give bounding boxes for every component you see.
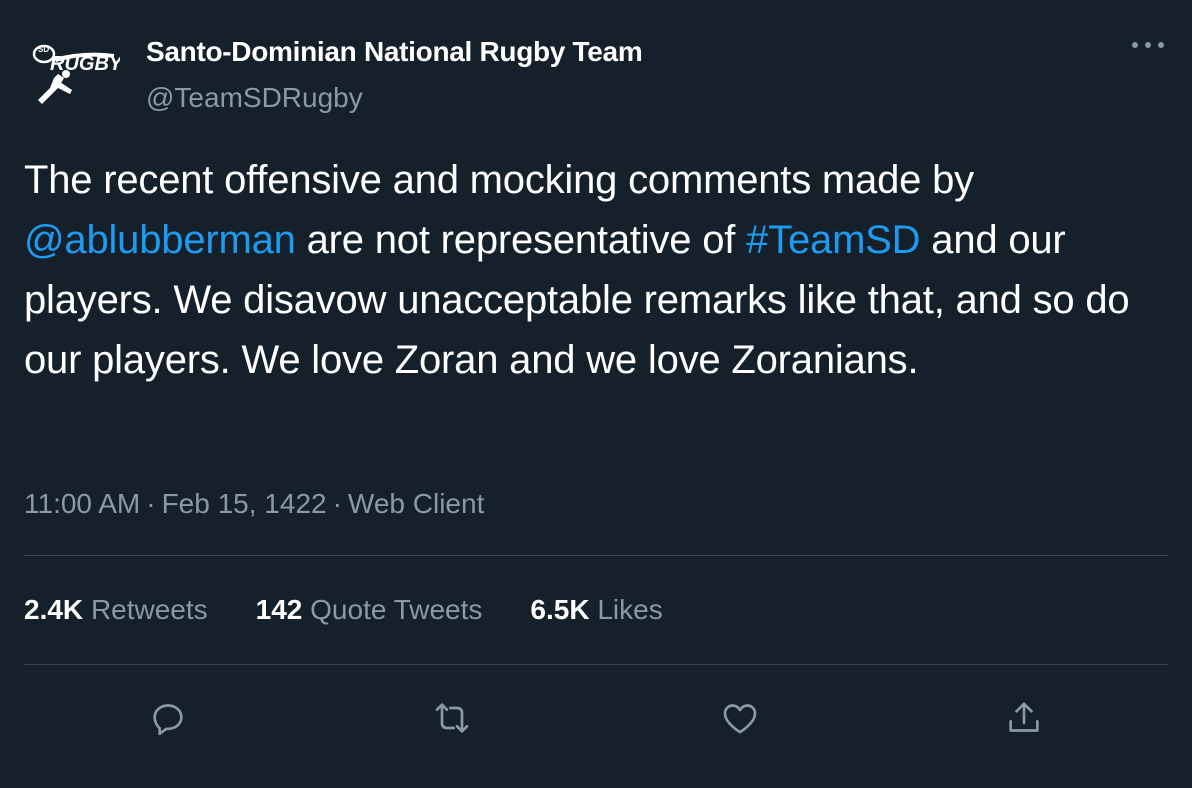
- action-bar: [0, 686, 1192, 746]
- tweet-stats: 2.4K Retweets 142 Quote Tweets 6.5K Like…: [24, 594, 663, 626]
- quotes-label: Quote Tweets: [310, 594, 483, 625]
- share-icon[interactable]: [1000, 694, 1048, 742]
- tweet-date[interactable]: Feb 15, 1422: [162, 488, 327, 519]
- retweet-icon[interactable]: [428, 694, 476, 742]
- quotes-stat[interactable]: 142 Quote Tweets: [256, 594, 483, 626]
- avatar[interactable]: SD RUGBY: [24, 32, 124, 112]
- handle[interactable]: @TeamSDRugby: [146, 82, 363, 114]
- display-name[interactable]: Santo-Dominian National Rugby Team: [146, 36, 643, 68]
- like-icon[interactable]: [716, 694, 764, 742]
- tweet-source[interactable]: Web Client: [348, 488, 484, 519]
- tweet-text: The recent offensive and mocking comment…: [24, 150, 1174, 390]
- likes-count: 6.5K: [530, 594, 590, 625]
- reply-icon[interactable]: [144, 694, 192, 742]
- avatar-sd-text: SD: [38, 45, 49, 54]
- hashtag-link[interactable]: #TeamSD: [746, 218, 920, 262]
- meta-separator: ·: [146, 488, 156, 519]
- divider: [24, 555, 1168, 556]
- tweet-time[interactable]: 11:00 AM: [24, 488, 140, 519]
- retweets-count: 2.4K: [24, 594, 84, 625]
- retweets-stat[interactable]: 2.4K Retweets: [24, 594, 208, 626]
- meta-separator: ·: [332, 488, 342, 519]
- tweet-text-part: are not representative of: [295, 218, 747, 262]
- quotes-count: 142: [255, 594, 303, 625]
- likes-stat[interactable]: 6.5K Likes: [530, 594, 662, 626]
- more-icon[interactable]: [1128, 28, 1168, 62]
- tweet-text-part: The recent offensive and mocking comment…: [24, 158, 974, 202]
- tweet-meta: 11:00 AM · Feb 15, 1422 · Web Client: [24, 488, 484, 520]
- divider: [24, 664, 1168, 665]
- likes-label: Likes: [597, 594, 663, 625]
- retweets-label: Retweets: [90, 594, 208, 625]
- mention-link[interactable]: @ablubberman: [24, 218, 296, 262]
